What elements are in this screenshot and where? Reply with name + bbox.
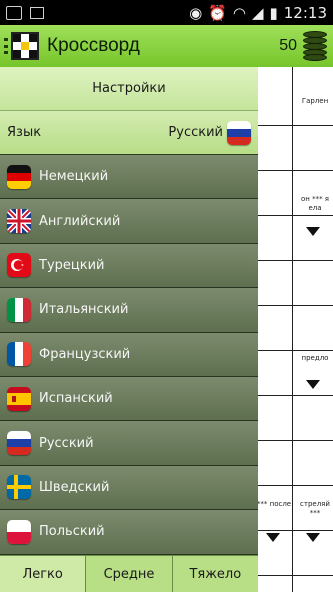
drawer-toggle-icon[interactable] (4, 38, 8, 54)
difficulty-easy-tab[interactable]: Легко (0, 556, 87, 592)
eye-icon: ◉ (189, 3, 203, 22)
app-bar: Кроссворд 50 (0, 25, 333, 67)
language-item-label: Шведский (39, 479, 110, 495)
grid-clue[interactable]: стреляй *** (295, 500, 333, 518)
drawer-title: Настройки (0, 67, 258, 111)
language-item-label: Немецкий (39, 169, 109, 185)
wifi-icon: ◠ (232, 3, 246, 22)
signal-icon: ◢ (251, 3, 264, 22)
russian-flag-icon (7, 431, 31, 456)
coins-counter[interactable]: 50 (279, 31, 329, 61)
current-language-label: Русский (168, 125, 223, 140)
status-time: 12:13 (283, 3, 327, 22)
language-item-turkish[interactable]: Турецкий (0, 243, 258, 289)
grid-clue[interactable]: *** после (258, 500, 294, 509)
language-label: Язык (7, 125, 42, 140)
difficulty-selector: Легко Средне Тяжело (0, 555, 258, 592)
spanish-flag-icon (7, 386, 31, 411)
screenshot-icon (6, 5, 22, 20)
language-item-swedish[interactable]: Шведский (0, 465, 258, 511)
grid-clue[interactable]: Гарлен (295, 97, 333, 106)
language-item-russian[interactable]: Русский (0, 421, 258, 466)
language-setting[interactable]: Язык Русский (0, 111, 258, 155)
difficulty-hard-tab[interactable]: Тяжело (173, 556, 258, 592)
current-language[interactable]: Русский (168, 120, 251, 145)
coins-icon (301, 31, 329, 61)
language-item-polish[interactable]: Польский (0, 510, 258, 555)
language-item-label: Английский (39, 213, 121, 229)
uk-flag-icon (7, 209, 31, 234)
language-item-label: Итальянский (39, 302, 129, 318)
swedish-flag-icon (7, 475, 31, 500)
arrow-down-icon (306, 380, 320, 389)
polish-flag-icon (7, 519, 31, 544)
alarm-icon: ⏰ (208, 3, 227, 22)
app-title: Кроссворд (47, 35, 140, 56)
language-item-spanish[interactable]: Испанский (0, 376, 258, 422)
battery-icon: ▮ (269, 3, 278, 22)
app-logo-icon[interactable] (11, 32, 39, 60)
coin-count: 50 (279, 37, 297, 54)
language-item-english[interactable]: Английский (0, 199, 258, 244)
italian-flag-icon (7, 297, 31, 322)
russian-flag-icon (227, 120, 251, 145)
french-flag-icon (7, 342, 31, 367)
arrow-down-icon (266, 533, 280, 542)
gallery-icon (30, 6, 44, 19)
language-item-german[interactable]: Немецкий (0, 155, 258, 200)
crossword-grid[interactable]: Гарлен он *** я ела предло *** после стр… (258, 67, 333, 592)
language-item-label: Турецкий (39, 257, 105, 273)
language-item-label: Русский (39, 435, 94, 451)
language-list: Немецкий Английский Турецкий Итальянский… (0, 155, 258, 555)
arrow-down-icon (306, 227, 320, 236)
settings-drawer: Настройки Язык Русский Немецкий Английск… (0, 67, 258, 592)
arrow-down-icon (306, 533, 320, 542)
turkish-flag-icon (7, 253, 31, 278)
status-bar: ◉ ⏰ ◠ ◢ ▮ 12:13 (0, 0, 333, 25)
language-item-label: Испанский (39, 391, 113, 407)
language-item-label: Польский (39, 524, 105, 540)
language-item-french[interactable]: Французский (0, 332, 258, 377)
grid-clue[interactable]: он *** я ела (295, 195, 333, 213)
german-flag-icon (7, 164, 31, 189)
difficulty-medium-tab[interactable]: Средне (86, 556, 173, 592)
language-item-label: Французский (39, 346, 131, 362)
language-item-italian[interactable]: Итальянский (0, 288, 258, 333)
grid-clue[interactable]: предло (295, 354, 333, 363)
